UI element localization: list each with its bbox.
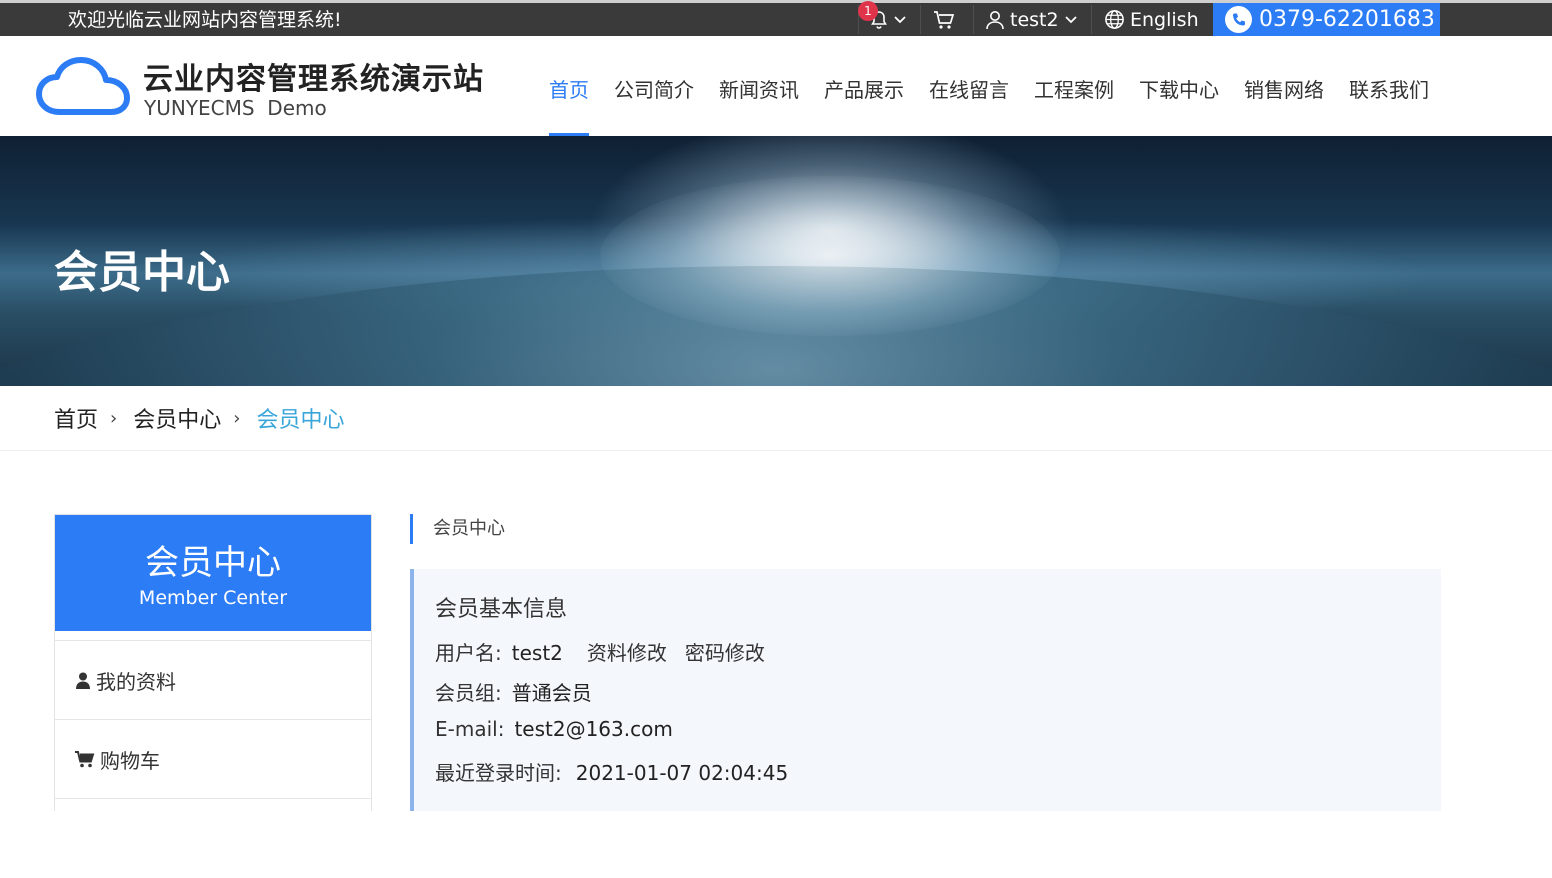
- nav-item-about[interactable]: 公司简介: [614, 74, 694, 103]
- cart-icon: [933, 10, 955, 30]
- last-login-label: 最近登录时间:: [435, 761, 562, 785]
- group-row: 会员组: 普通会员: [435, 677, 592, 706]
- breadcrumb: 首页 › 会员中心 › 会员中心: [54, 402, 344, 434]
- edit-profile-link[interactable]: 资料修改: [587, 641, 667, 665]
- nav-item-sales[interactable]: 销售网络: [1244, 74, 1324, 103]
- site-header: 云业内容管理系统演示站 YUNYECMS Demo 首页 公司简介 新闻资讯 产…: [0, 36, 1552, 136]
- sidebar-item-cart[interactable]: 购物车: [55, 719, 371, 799]
- user-menu[interactable]: test2: [985, 3, 1077, 36]
- sidebar-subtitle: Member Center: [138, 587, 288, 609]
- member-sidebar: 会员中心 Member Center 我的资料 购物车: [54, 514, 372, 811]
- chevron-down-icon: [1064, 15, 1077, 24]
- email-label: E-mail:: [435, 717, 505, 741]
- nav-item-downloads[interactable]: 下载中心: [1139, 74, 1219, 103]
- info-title: 会员基本信息: [435, 597, 568, 622]
- globe-icon: [1104, 9, 1125, 30]
- group-label: 会员组:: [435, 681, 502, 705]
- group-value: 普通会员: [511, 681, 592, 705]
- nav-item-cases[interactable]: 工程案例: [1034, 74, 1114, 103]
- notification-badge: 1: [858, 1, 878, 21]
- divider: [973, 5, 974, 34]
- site-title: 云业内容管理系统演示站: [143, 62, 484, 97]
- chevron-right-icon: ›: [233, 407, 241, 429]
- phone-number: 0379-62201683: [1259, 7, 1435, 32]
- change-password-link[interactable]: 密码修改: [685, 641, 765, 665]
- cart-button[interactable]: [933, 3, 961, 36]
- divider: [920, 5, 921, 34]
- sidebar-header: 会员中心 Member Center: [55, 515, 371, 631]
- email-value: test2@163.com: [514, 717, 673, 741]
- phone-icon: [1225, 6, 1252, 33]
- sidebar-item-label: 购物车: [100, 749, 160, 773]
- chevron-right-icon: ›: [110, 407, 118, 429]
- sidebar-item-label: 我的资料: [96, 670, 176, 694]
- page-banner: 会员中心: [0, 136, 1552, 386]
- username-label: test2: [1010, 8, 1059, 31]
- banner-glow: [600, 176, 1060, 336]
- cloud-logo-icon[interactable]: [36, 56, 131, 122]
- site-subtitle: YUNYECMS Demo: [144, 96, 327, 120]
- username-row: 用户名: test2 资料修改 密码修改: [435, 637, 765, 666]
- top-bar: 欢迎光临云业网站内容管理系统! 1 test2 English 0379-622…: [0, 0, 1552, 36]
- username-value: test2: [511, 641, 563, 665]
- last-login-value: 2021-01-07 02:04:45: [575, 761, 789, 785]
- breadcrumb-current[interactable]: 会员中心: [256, 402, 344, 434]
- language-label: English: [1130, 8, 1199, 31]
- phone-contact[interactable]: 0379-62201683: [1213, 3, 1440, 36]
- user-icon: [75, 672, 91, 689]
- username-label: 用户名:: [435, 641, 502, 665]
- sidebar-title: 会员中心: [145, 543, 281, 583]
- cart-icon: [75, 751, 95, 768]
- divider: [0, 450, 1552, 451]
- sidebar-item-profile[interactable]: 我的资料: [55, 640, 371, 720]
- member-info-panel: 会员基本信息 用户名: test2 资料修改 密码修改 会员组: 普通会员 E-mail…: [410, 569, 1441, 811]
- welcome-text: 欢迎光临云业网站内容管理系统!: [68, 9, 342, 31]
- nav-item-home[interactable]: 首页: [549, 74, 589, 103]
- last-login-row: 最近登录时间: 2021-01-07 02:04:45: [435, 757, 788, 786]
- nav-item-message[interactable]: 在线留言: [929, 74, 1009, 103]
- nav-item-contact[interactable]: 联系我们: [1349, 74, 1429, 103]
- language-switch[interactable]: English: [1104, 3, 1199, 36]
- notification-button[interactable]: 1: [858, 1, 915, 36]
- sidebar-item-divider: [55, 798, 371, 878]
- nav-item-news[interactable]: 新闻资讯: [719, 74, 799, 103]
- divider: [1091, 5, 1092, 34]
- banner-title: 会员中心: [54, 247, 230, 298]
- breadcrumb-member[interactable]: 会员中心: [133, 402, 221, 434]
- user-icon: [985, 10, 1005, 30]
- breadcrumb-home[interactable]: 首页: [54, 402, 98, 434]
- chevron-down-icon: [894, 15, 906, 24]
- email-row: E-mail: test2@163.com: [435, 717, 673, 741]
- nav-item-products[interactable]: 产品展示: [824, 74, 904, 103]
- section-title: 会员中心: [410, 514, 505, 544]
